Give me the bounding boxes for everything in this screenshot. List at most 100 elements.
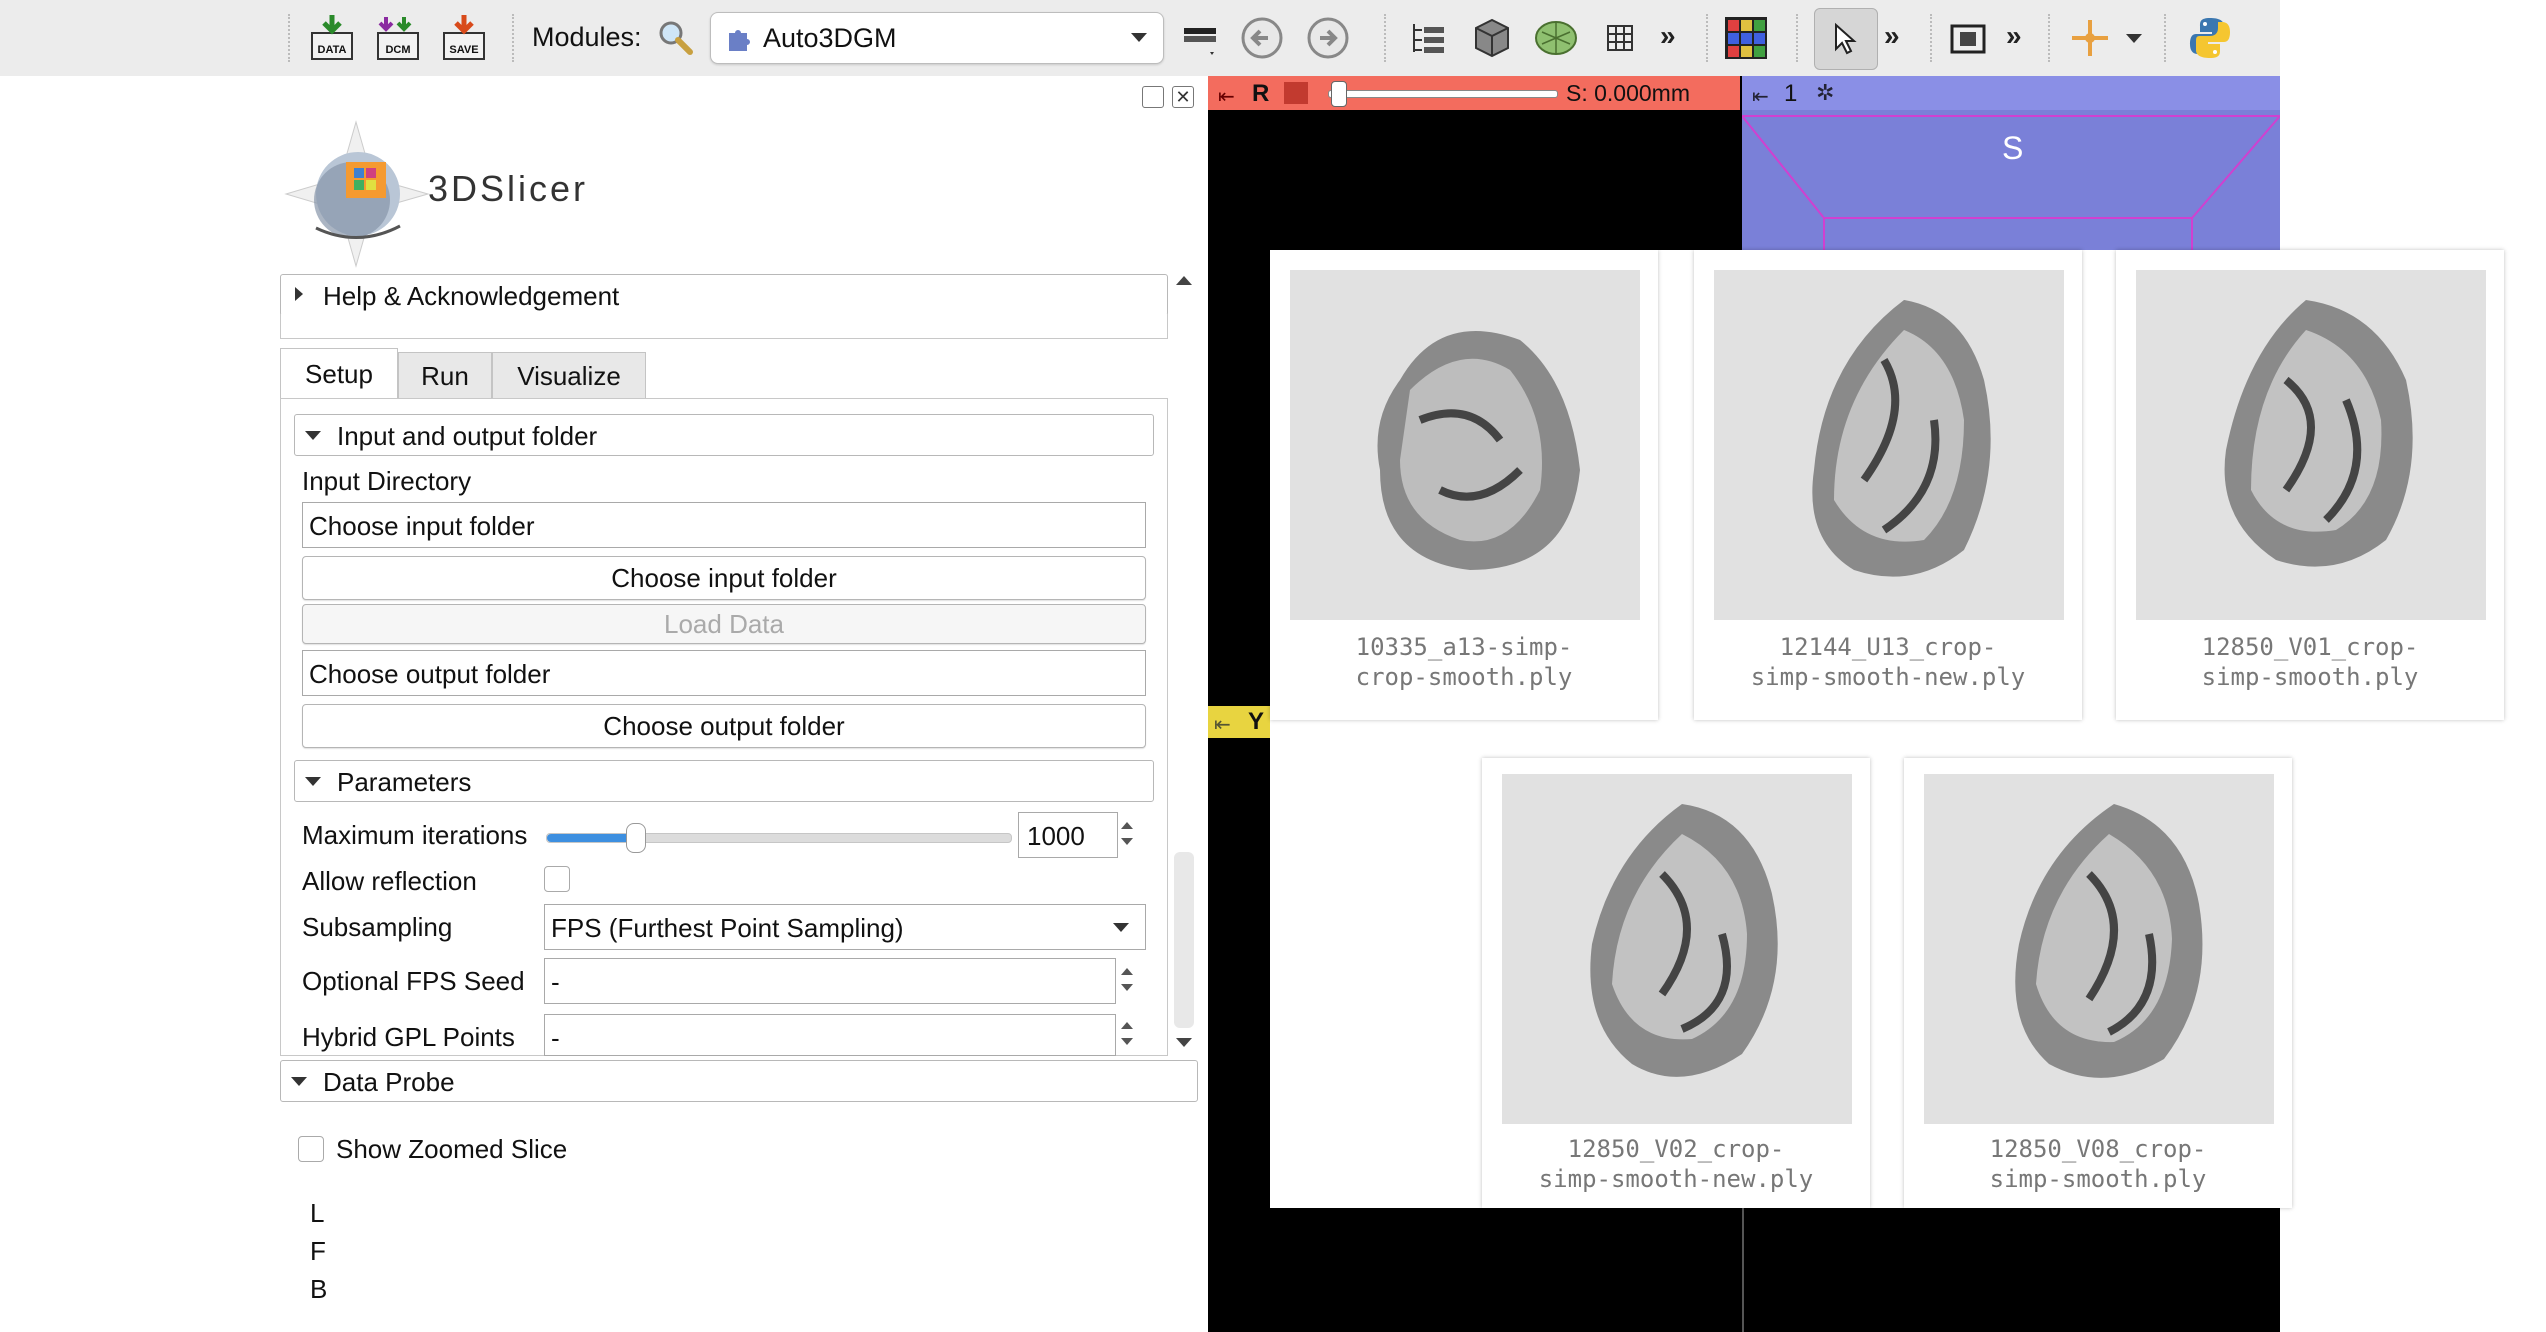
input-folder-field[interactable]: Choose input folder [302,502,1146,548]
pin-icon[interactable]: ⇤ [1218,84,1235,109]
transforms-button[interactable] [1594,10,1646,66]
cursor-arrow-icon [1835,22,1857,55]
max-iterations-slider[interactable] [546,823,1012,853]
settings-icon[interactable]: ✲ [1816,80,1834,106]
subsampling-label: Subsampling [302,912,453,942]
file-card[interactable]: 12850_V08_crop- simp-smooth.ply [1904,758,2292,1208]
scroll-thumb[interactable] [1174,852,1194,1028]
red-slice-slider-handle[interactable] [1331,81,1347,107]
fps-seed-stepper[interactable] [1118,958,1138,1002]
panel-scrollbar[interactable] [1172,276,1196,1054]
output-folder-field[interactable]: Choose output folder [302,650,1146,696]
yellow-slice-controller: ⇤ Y [1208,706,1272,738]
link-icon[interactable] [1284,82,1308,104]
choose-input-folder-button[interactable]: Choose input folder [302,556,1146,600]
pointer-mode-button[interactable] [1814,8,1878,70]
scroll-up-icon[interactable] [1176,276,1192,285]
cube-icon [1475,18,1509,58]
models-button[interactable] [1530,10,1582,66]
choose-output-folder-label: Choose output folder [603,710,845,741]
screenshot-button[interactable] [1942,10,1994,66]
tab-visualize[interactable]: Visualize [492,352,646,399]
load-dicom-button[interactable]: DCM [372,10,424,66]
parameters-section-label: Parameters [337,767,472,797]
scroll-down-icon[interactable] [1176,1038,1192,1047]
max-iterations-slider-handle[interactable] [626,823,647,853]
subsampling-select[interactable]: FPS (Furthest Point Sampling) [544,904,1146,950]
red-slice-offset-value: S: 0.000mm [1566,80,1690,106]
close-icon[interactable]: ✕ [1172,86,1194,108]
python-console-button[interactable] [2184,10,2236,66]
fps-seed-spinbox[interactable]: - [544,958,1116,1004]
crosshair-button[interactable] [2064,10,2116,66]
tooth-mesh-image [1377,331,1580,570]
module-selector[interactable]: Auto3DGM [710,12,1164,64]
mesh-thumbnail [2136,270,2486,620]
red-slice-offset-slider[interactable] [1328,81,1558,107]
toolbar-separator [1796,14,1804,62]
probe-line-f: F [310,1236,326,1266]
help-section-body [280,314,1168,339]
tooth-mesh-image [2015,804,2203,1078]
grid-transform-icon [1607,25,1633,51]
3d-view[interactable]: S [1742,110,2280,252]
layout-grid-button[interactable] [1720,10,1772,66]
mesh-thumbnail [1924,774,2274,1124]
load-data-label: Load Data [664,608,784,639]
data-icon: DATA [311,15,353,60]
file-caption: 12850_V08_crop- simp-smooth.ply [1904,1134,2292,1194]
file-caption: 12850_V02_crop- simp-smooth-new.ply [1482,1134,1870,1194]
pin-icon[interactable]: ⇤ [1214,712,1231,737]
arrow-right-icon [1307,17,1349,59]
load-data-button[interactable]: DATA [306,10,358,66]
parameters-section-header[interactable]: Parameters [294,760,1154,802]
chevron-down-icon [1113,923,1129,932]
io-section-header[interactable]: Input and output folder [294,414,1154,456]
forward-button[interactable] [1302,10,1354,66]
back-button[interactable] [1236,10,1288,66]
file-card[interactable]: 10335_a13-simp- crop-smooth.ply [1270,250,1658,720]
file-card[interactable]: 12850_V01_crop- simp-smooth.ply [2116,250,2504,720]
chevron-down-icon[interactable] [2126,34,2142,43]
undock-icon[interactable] [1142,86,1164,108]
file-caption-line: 12850_V02_crop- [1567,1135,1785,1163]
arrow-left-icon [1241,17,1283,59]
more-mouse-modes-icon[interactable]: » [1884,20,1900,52]
show-zoomed-slice-checkbox[interactable] [298,1136,324,1162]
choose-output-folder-button[interactable]: Choose output folder [302,704,1146,748]
layout-button[interactable] [1174,10,1226,66]
file-caption-line: crop-smooth.ply [1355,663,1573,691]
tab-setup[interactable]: Setup [280,348,398,399]
search-icon [659,21,693,55]
toolbar-separator [2164,14,2172,62]
file-card[interactable]: 12144_U13_crop- simp-smooth-new.ply [1694,250,2082,720]
module-search-button[interactable] [650,10,702,66]
hybrid-gpl-spinbox[interactable]: - [544,1014,1116,1056]
chevron-down-icon [305,431,321,440]
blue-3d-controller: ⇤ 1 ✲ [1742,76,2280,110]
max-iterations-stepper[interactable] [1118,812,1138,856]
data-tree-button[interactable] [1402,10,1454,66]
tab-run[interactable]: Run [398,352,492,399]
help-section-header[interactable]: Help & Acknowledgement [280,274,1168,316]
volumes-button[interactable] [1466,10,1518,66]
file-card[interactable]: 12850_V02_crop- simp-smooth-new.ply [1482,758,1870,1208]
list-tree-icon [1413,24,1444,53]
tab-setup-label: Setup [305,358,373,389]
max-iterations-slider-fill [547,834,636,842]
toolbar-separator [1384,14,1392,62]
hybrid-gpl-stepper[interactable] [1118,1012,1138,1056]
more-tools-icon[interactable]: » [2006,20,2022,52]
toolbar-separator [512,14,520,62]
more-modules-icon[interactable]: » [1660,20,1676,52]
yellow-view-letter: Y [1248,708,1265,735]
save-button[interactable]: SAVE [438,10,490,66]
allow-reflection-checkbox[interactable] [544,866,570,892]
data-probe-section-header[interactable]: Data Probe [280,1060,1198,1102]
pin-icon[interactable]: ⇤ [1752,84,1769,109]
3d-view-number: 1 [1784,80,1798,107]
max-iterations-spinbox[interactable]: 1000 [1018,812,1118,858]
mesh-thumbnail [1290,270,1640,620]
red-slice-controller: ⇤ R S: 0.000mm [1208,76,1740,110]
load-data-button[interactable]: Load Data [302,604,1146,644]
